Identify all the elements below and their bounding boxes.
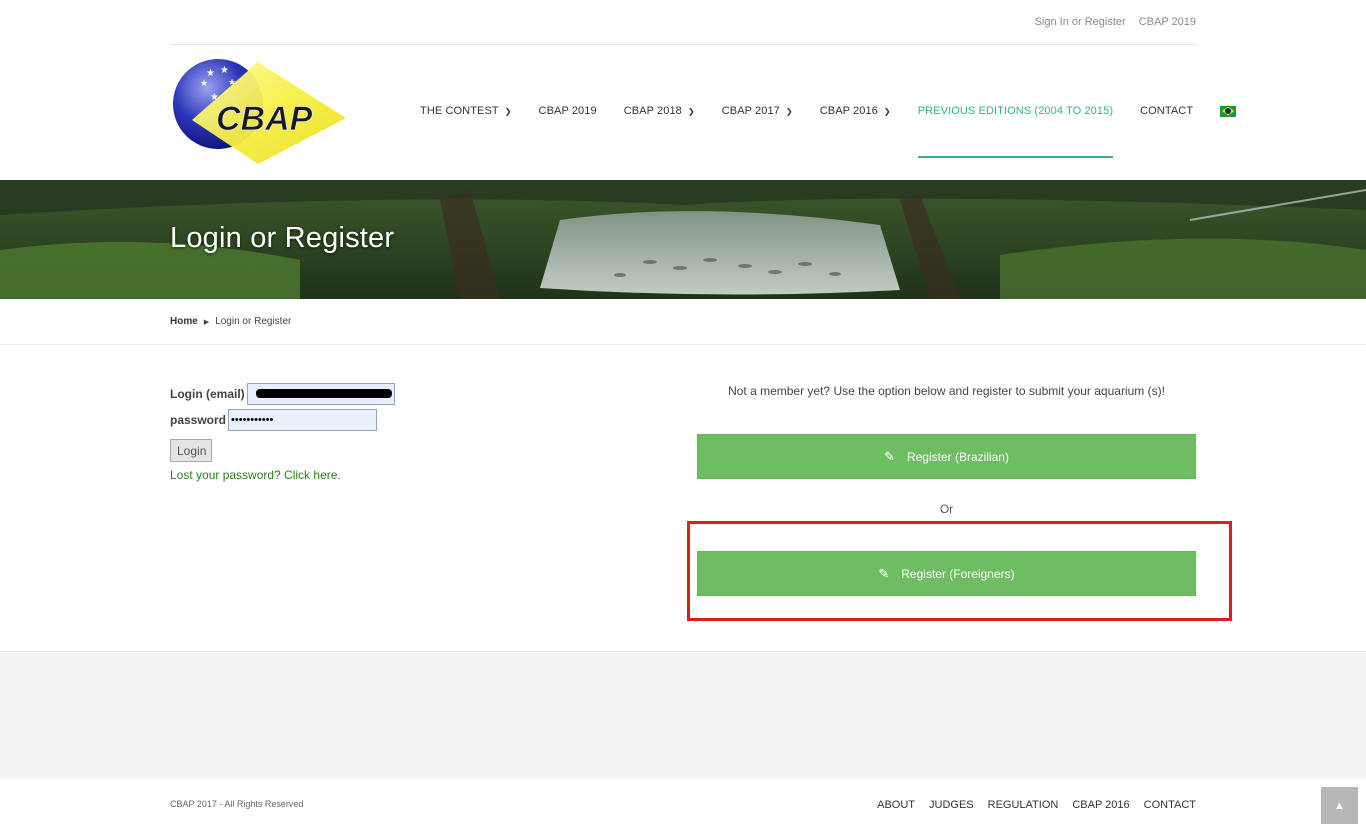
top-bar: Sign In or Register CBAP 2019	[0, 0, 1366, 44]
register-brazilian-label: Register (Brazilian)	[906, 449, 1009, 464]
language-switch[interactable]	[1220, 105, 1237, 117]
login-button[interactable]: Login	[170, 439, 212, 462]
chevron-down-icon: ❯	[504, 106, 512, 116]
nav-cbap-2017-label: CBAP 2017	[721, 105, 780, 117]
nav-previous-editions[interactable]: PREVIOUS EDITIONS (2004 TO 2015)	[917, 105, 1114, 158]
nav-contact[interactable]: CONTACT	[1140, 105, 1193, 117]
cbap-logo[interactable]: ★ ★ ★ ★ ★ CBAP	[170, 52, 350, 168]
sign-in-register-link[interactable]: Sign In or Register	[1035, 16, 1126, 28]
svg-text:★: ★	[220, 65, 229, 76]
svg-text:★: ★	[200, 79, 208, 89]
nav-cbap-2017[interactable]: CBAP 2017 ❯	[722, 105, 793, 117]
top-divider	[170, 44, 1196, 45]
pencil-icon: ✎	[884, 448, 895, 464]
nav-cbap-2019-label: CBAP 2019	[538, 105, 597, 117]
caret-right-icon: ▶	[203, 318, 210, 326]
back-to-top-button[interactable]: ▲	[1321, 787, 1358, 824]
page-banner: Login or Register	[0, 180, 1366, 299]
nav-contact-label: CONTACT	[1140, 105, 1194, 117]
brazil-flag-icon	[1220, 105, 1237, 117]
footer: CBAP 2017 - All Rights Reserved ABOUT JU…	[0, 779, 1366, 830]
pencil-icon: ✎	[878, 565, 890, 581]
breadcrumb-current: Login or Register	[215, 316, 292, 327]
register-intro: Not a member yet? Use the option below a…	[728, 384, 1165, 398]
breadcrumb-divider	[0, 344, 1366, 345]
chevron-down-icon: ❯	[687, 106, 695, 116]
register-foreigners-label: Register (Foreigners)	[901, 566, 1015, 581]
lost-password-link[interactable]: Lost your password? Click here.	[170, 468, 395, 482]
cbap-2019-top-link[interactable]: CBAP 2019	[1139, 16, 1196, 28]
footer-link-judges[interactable]: JUDGES	[929, 799, 974, 811]
page-title: Login or Register	[170, 222, 395, 254]
chevron-up-icon: ▲	[1334, 799, 1345, 812]
footer-nav: ABOUT JUDGES REGULATION CBAP 2016 CONTAC…	[877, 799, 1196, 811]
nav-cbap-2018-label: CBAP 2018	[623, 105, 682, 117]
nav-cbap-2016-label: CBAP 2016	[819, 105, 878, 117]
email-row: Login (email)	[170, 381, 395, 407]
footer-link-cbap-2016[interactable]: CBAP 2016	[1072, 799, 1129, 811]
nav-the-contest-label: THE CONTEST	[420, 105, 499, 117]
main-nav: THE CONTEST ❯ CBAP 2019 CBAP 2018 ❯ CBAP…	[420, 105, 1237, 158]
or-separator: Or	[939, 502, 954, 516]
login-form: Login (email) password Login Lost your p…	[170, 381, 395, 482]
footer-link-regulation[interactable]: REGULATION	[988, 799, 1059, 811]
password-field[interactable]	[228, 409, 378, 431]
chevron-down-icon: ❯	[883, 106, 891, 116]
password-row: password	[170, 407, 395, 433]
breadcrumb: Home ▶ Login or Register	[170, 316, 291, 327]
svg-text:★: ★	[206, 68, 215, 79]
logo-text: CBAP	[216, 100, 313, 138]
register-brazilian-button[interactable]: ✎ Register (Brazilian)	[697, 434, 1196, 479]
email-label: Login (email)	[170, 387, 245, 401]
breadcrumb-home[interactable]: Home	[170, 316, 198, 327]
top-links: Sign In or Register CBAP 2019	[1035, 16, 1196, 28]
password-label: password	[170, 413, 227, 427]
nav-cbap-2019[interactable]: CBAP 2019	[539, 105, 597, 117]
nav-cbap-2018[interactable]: CBAP 2018 ❯	[624, 105, 695, 117]
footer-spacer	[0, 651, 1366, 780]
chevron-down-icon: ❯	[785, 106, 793, 116]
copyright-text: CBAP 2017 - All Rights Reserved	[170, 799, 304, 809]
nav-the-contest[interactable]: THE CONTEST ❯	[420, 105, 512, 117]
footer-link-about[interactable]: ABOUT	[877, 799, 915, 811]
footer-link-contact[interactable]: CONTACT	[1144, 799, 1196, 811]
register-foreigners-button[interactable]: ✎ Register (Foreigners)	[697, 551, 1196, 596]
svg-text:★: ★	[228, 78, 236, 88]
nav-previous-editions-label: PREVIOUS EDITIONS (2004 TO 2015)	[917, 105, 1114, 117]
cbap-logo-image: ★ ★ ★ ★ ★ CBAP	[173, 59, 346, 164]
nav-cbap-2016[interactable]: CBAP 2016 ❯	[820, 105, 891, 117]
redaction-mark	[256, 389, 392, 398]
